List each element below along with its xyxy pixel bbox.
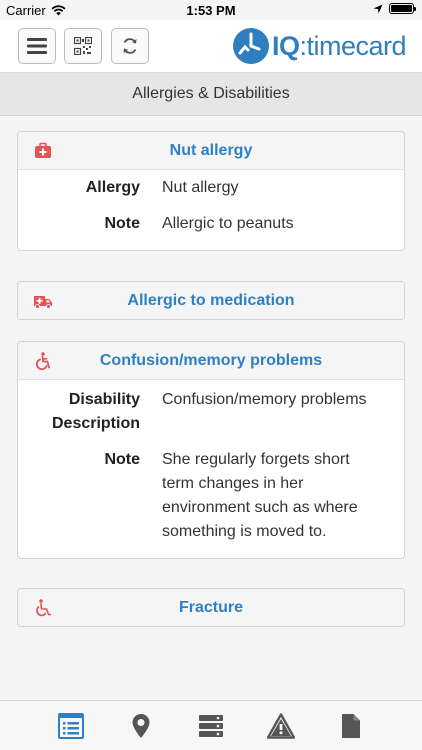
field-label: Allergy (85, 179, 140, 196)
qr-code-icon (74, 37, 92, 55)
tab-server[interactable] (196, 711, 226, 741)
document-icon (342, 714, 360, 738)
field-value: She regularly forgets short term changes… (162, 451, 358, 540)
card-title: Fracture (178, 598, 244, 616)
map-marker-icon (132, 714, 150, 738)
tab-map[interactable] (126, 711, 156, 741)
card-fracture[interactable]: Fracture (17, 588, 405, 627)
clock-logo-icon (232, 28, 269, 64)
refresh-icon (123, 38, 137, 54)
status-right (373, 3, 416, 14)
logo-timecard-text: :timecard (299, 30, 406, 61)
status-bar: Carrier 1:53 PM (0, 0, 422, 20)
app-logo: IQ:timecard (232, 26, 406, 66)
tab-document[interactable] (336, 711, 366, 741)
warning-icon (267, 713, 295, 739)
hamburger-icon (27, 38, 47, 54)
battery-icon (389, 3, 416, 14)
card-title: Nut allergy (169, 141, 253, 159)
wheelchair-active-icon (35, 352, 50, 370)
status-time: 1:53 PM (186, 3, 236, 18)
field-row-note: Note Allergic to peanuts (18, 212, 404, 236)
field-value: Allergic to peanuts (162, 215, 294, 232)
card-header-allergic-to-medication[interactable]: Allergic to medication (18, 282, 404, 319)
list-icon (58, 713, 84, 739)
qr-code-button[interactable] (64, 28, 102, 64)
tab-warning[interactable] (266, 711, 296, 741)
bottom-tab-bar (0, 700, 422, 750)
card-nut-allergy: Nut allergy Allergy Nut allergy Note All… (17, 131, 405, 251)
field-row-note: Note She regularly forgets short term ch… (18, 448, 404, 544)
refresh-button[interactable] (111, 28, 149, 64)
card-title: Allergic to medication (127, 291, 295, 309)
field-row-disability-description: Disability Description Confusion/memory … (18, 388, 404, 436)
field-label: Disability Description (51, 391, 140, 432)
server-icon (199, 715, 223, 737)
card-confusion-memory-problems: Confusion/memory problems Disability Des… (17, 341, 405, 559)
menu-button[interactable] (18, 28, 56, 64)
card-header-confusion-memory-problems[interactable]: Confusion/memory problems (18, 342, 404, 380)
card-allergic-to-medication[interactable]: Allergic to medication (17, 281, 405, 320)
card-header-fracture[interactable]: Fracture (18, 589, 404, 626)
ambulance-icon (34, 296, 52, 309)
field-label: Note (104, 451, 140, 468)
page-title: Allergies & Disabilities (132, 85, 290, 102)
field-row-allergy: Allergy Nut allergy (18, 176, 404, 200)
logo-iq-text: IQ (271, 30, 300, 61)
field-value: Nut allergy (162, 179, 239, 196)
wheelchair-icon (36, 599, 52, 617)
page-title-bar: Allergies & Disabilities (0, 72, 422, 116)
card-title: Confusion/memory problems (99, 351, 323, 369)
app-header: IQ:timecard (0, 20, 422, 72)
medical-kit-icon (35, 142, 51, 158)
location-arrow-icon (373, 4, 383, 13)
field-value: Confusion/memory problems (162, 391, 367, 408)
tab-list[interactable] (56, 711, 86, 741)
field-label: Note (104, 215, 140, 232)
card-header-nut-allergy[interactable]: Nut allergy (18, 132, 404, 170)
